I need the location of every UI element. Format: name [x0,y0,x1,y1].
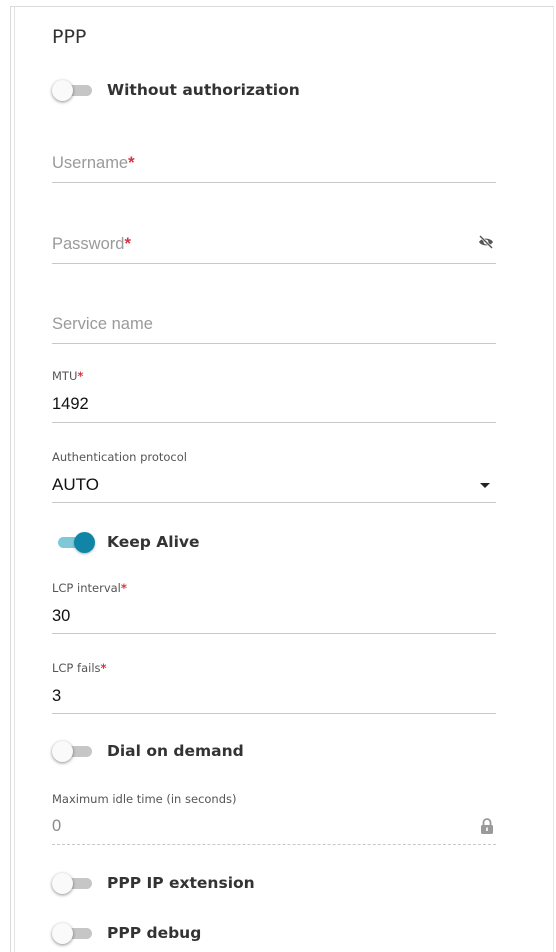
toggle-row-ppp-debug[interactable]: PPP debug [52,921,201,945]
username-placeholder: Username* [52,154,135,172]
switch-knob [52,80,73,101]
lcp-fails-value: 3 [52,687,62,705]
toggle-row-ppp-ip-extension[interactable]: PPP IP extension [52,871,255,895]
dial-on-demand-switch[interactable] [52,741,94,762]
lcp-interval-label: LCP interval* [52,581,127,595]
toggle-row-without-authorization[interactable]: Without authorization [52,78,300,102]
lock-icon [481,818,493,834]
switch-knob [52,873,73,894]
authentication-protocol-select[interactable]: Authentication protocol AUTO [52,446,496,503]
authentication-protocol-value: AUTO [52,475,99,494]
password-placeholder: Password* [52,235,131,253]
mtu-value: 1492 [52,395,89,413]
ppp-ip-extension-switch[interactable] [52,873,94,894]
caret-down-icon[interactable] [480,483,490,488]
lcp-interval-field[interactable]: LCP interval* 30 [52,577,496,634]
authentication-protocol-label: Authentication protocol [52,450,187,464]
service-name-field[interactable]: Service name [52,306,496,344]
lcp-fails-label: LCP fails* [52,661,107,675]
toggle-row-dial-on-demand[interactable]: Dial on demand [52,739,244,763]
ppp-ip-extension-label: PPP IP extension [107,874,255,892]
section-title: PPP [52,26,87,48]
switch-knob [74,532,95,553]
switch-knob [52,741,73,762]
dial-on-demand-label: Dial on demand [107,742,244,760]
ppp-debug-label: PPP debug [107,924,202,942]
switch-knob [52,923,73,944]
mtu-field[interactable]: MTU* 1492 [52,366,496,423]
eye-off-icon[interactable] [478,235,494,249]
keep-alive-label: Keep Alive [107,533,200,551]
panel-divider [14,6,15,952]
max-idle-time-label: Maximum idle time (in seconds) [52,792,237,806]
keep-alive-switch[interactable] [52,532,95,553]
mtu-label: MTU* [52,369,84,383]
username-field[interactable]: Username* [52,145,496,183]
without-authorization-label: Without authorization [107,81,300,99]
service-name-placeholder: Service name [52,315,153,333]
ppp-debug-switch[interactable] [52,923,94,944]
max-idle-time-value: 0 [52,817,62,835]
lcp-interval-value: 30 [52,607,71,625]
max-idle-time-field: Maximum idle time (in seconds) 0 [52,788,496,845]
password-field[interactable]: Password* [52,226,496,264]
lcp-fails-field[interactable]: LCP fails* 3 [52,657,496,714]
without-authorization-switch[interactable] [52,80,94,101]
toggle-row-keep-alive[interactable]: Keep Alive [52,530,200,554]
